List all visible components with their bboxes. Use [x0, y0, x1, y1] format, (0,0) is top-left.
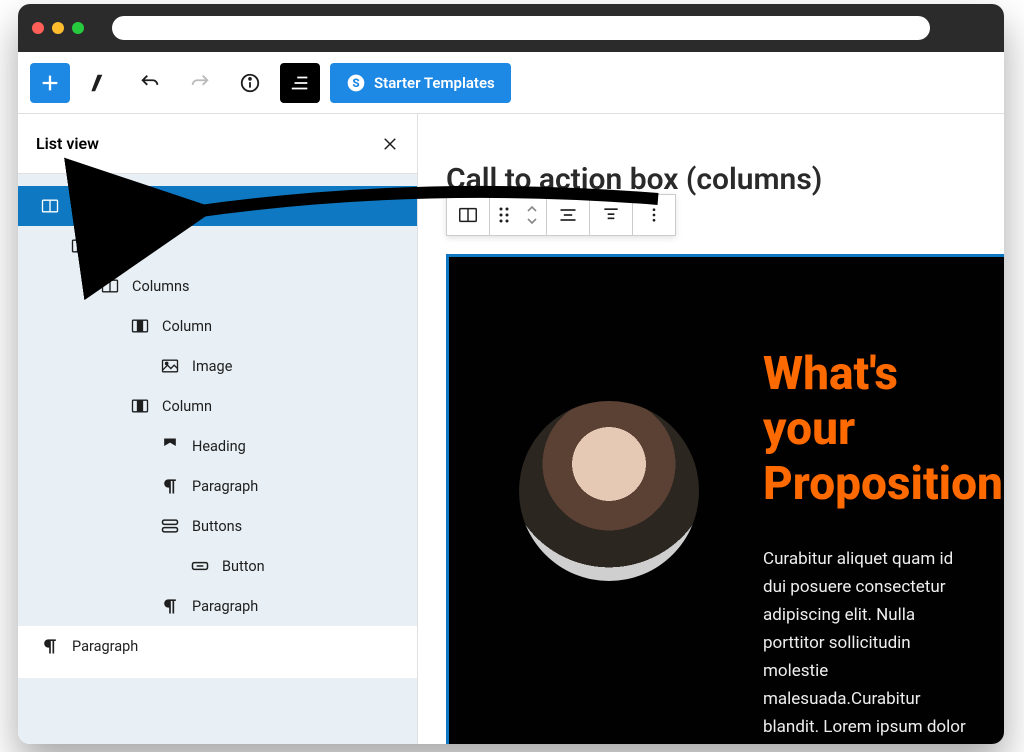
editor-toolbar: S Starter Templates — [18, 52, 1004, 114]
columns-block[interactable]: What's your Proposition Curabitur alique… — [446, 254, 1004, 744]
columns-icon — [40, 196, 60, 216]
buttons-icon — [160, 516, 180, 536]
tree-item-label: Paragraph — [192, 478, 258, 495]
tree-item-label: Columns — [132, 278, 189, 295]
tree-item-heading[interactable]: Heading — [18, 426, 417, 466]
canvas: Call to action box (columns) — [418, 114, 1004, 744]
tree-item-columns[interactable]: Columns — [18, 266, 417, 306]
tree-item-button[interactable]: Button — [18, 546, 417, 586]
window-maximize-dot[interactable] — [72, 22, 84, 34]
tree-item-label: Columns — [72, 198, 129, 215]
paragraph-icon — [160, 476, 180, 496]
block-toolbar — [446, 194, 676, 236]
tree-item-label: Column — [102, 238, 152, 255]
window-minimize-dot[interactable] — [52, 22, 64, 34]
list-view-toggle-button[interactable] — [280, 63, 320, 103]
starter-templates-label: Starter Templates — [374, 74, 495, 92]
list-view-title: List view — [36, 134, 99, 153]
hero-paragraph[interactable]: Curabitur aliquet quam id dui posuere co… — [763, 545, 980, 744]
heading-icon — [160, 436, 180, 456]
tree-item-column[interactable]: Column — [18, 226, 417, 266]
page-title[interactable]: Call to action box (columns) — [446, 162, 822, 197]
vertical-align-button[interactable] — [590, 195, 632, 235]
tree-item-label: Image — [192, 358, 232, 375]
edit-mode-button[interactable] — [80, 63, 120, 103]
tree-item-paragraph[interactable]: Paragraph — [18, 626, 417, 666]
block-options-button[interactable] — [633, 195, 675, 235]
tree-item-label: Column — [162, 318, 212, 335]
starter-templates-icon: S — [346, 73, 366, 93]
tree-item-columns[interactable]: Columns — [18, 186, 417, 226]
window-close-dot[interactable] — [32, 22, 44, 34]
block-tree: Columns Column Columns Column Image Column Hea… — [18, 174, 417, 744]
editor-main: List view Columns Column Columns Column Imag… — [18, 114, 1004, 744]
info-button[interactable] — [230, 63, 270, 103]
tree-item-buttons[interactable]: Buttons — [18, 506, 417, 546]
browser-window: S Starter Templates List view ColumnsCol… — [18, 4, 1004, 744]
svg-text:S: S — [352, 76, 359, 90]
undo-button[interactable] — [130, 63, 170, 103]
tree-item-label: Paragraph — [192, 598, 258, 615]
align-button[interactable] — [547, 195, 589, 235]
tree-item-column[interactable]: Column — [18, 386, 417, 426]
block-type-button[interactable] — [447, 195, 489, 235]
starter-templates-button[interactable]: S Starter Templates — [330, 63, 511, 103]
tree-item-paragraph[interactable]: Paragraph — [18, 466, 417, 506]
redo-button[interactable] — [180, 63, 220, 103]
drag-handle[interactable] — [490, 195, 518, 235]
tree-item-paragraph[interactable]: Paragraph — [18, 586, 417, 626]
hero-heading[interactable]: What's your Proposition — [763, 347, 980, 513]
image-icon — [160, 356, 180, 376]
avatar-image[interactable] — [519, 401, 699, 581]
tree-item-label: Button — [222, 558, 265, 575]
tree-item-image[interactable]: Image — [18, 346, 417, 386]
paragraph-icon — [160, 596, 180, 616]
list-view-header: List view — [18, 114, 417, 174]
tree-item-label: Paragraph — [72, 638, 138, 655]
add-block-button[interactable] — [30, 63, 70, 103]
tree-item-label: Column — [162, 398, 212, 415]
paragraph-icon — [40, 636, 60, 656]
button-icon — [190, 556, 210, 576]
tree-item-column[interactable]: Column — [18, 306, 417, 346]
close-panel-button[interactable] — [381, 135, 399, 153]
list-view-panel: List view Columns Column Columns Column Imag… — [18, 114, 418, 744]
column-content: What's your Proposition Curabitur alique… — [763, 347, 980, 704]
column-icon — [130, 396, 150, 416]
close-icon — [381, 135, 399, 153]
editor-app: S Starter Templates List view ColumnsCol… — [18, 52, 1004, 744]
column-icon — [130, 316, 150, 336]
url-bar[interactable] — [112, 16, 930, 40]
tree-item-label: Heading — [192, 438, 246, 455]
move-controls[interactable] — [518, 195, 546, 235]
columns-icon — [100, 276, 120, 296]
tree-item-label: Buttons — [192, 518, 242, 535]
window-titlebar — [18, 4, 1004, 52]
column-icon — [70, 236, 90, 256]
